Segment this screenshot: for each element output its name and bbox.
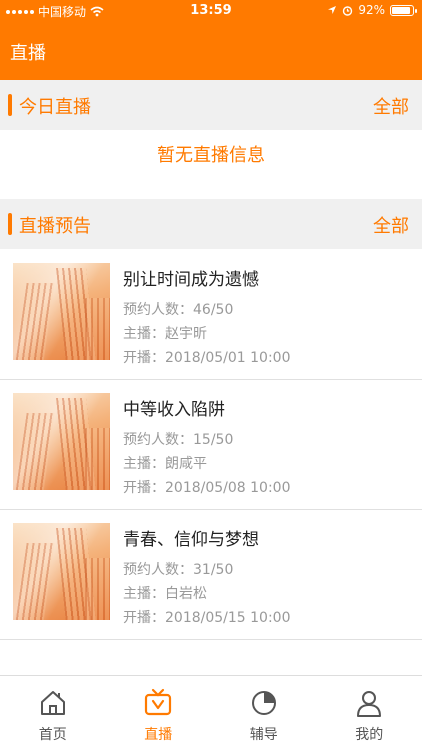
live-booking-count: 预约人数：46/50 — [123, 302, 234, 318]
live-booking-count: 预约人数：31/50 — [123, 562, 234, 578]
page-title: 直播 — [10, 43, 46, 64]
section-accent-bar — [8, 94, 12, 116]
upcoming-live-title: 直播预告 — [19, 216, 91, 237]
live-start-time: 开播：2018/05/08 10:00 — [123, 480, 291, 496]
upcoming-live-list: 别让时间成为遗憾 预约人数：46/50 主播：赵宇昕 开播：2018/05/01… — [0, 250, 422, 640]
live-title: 青春、信仰与梦想 — [123, 530, 259, 550]
nav-bar: 直播 — [0, 22, 422, 80]
tab-label: 直播 — [144, 727, 173, 743]
tab-live[interactable]: 直播 — [106, 676, 212, 750]
tab-label: 辅导 — [249, 727, 278, 743]
bottom-tab-bar: 首页 直播 辅导 我的 — [0, 675, 422, 750]
upcoming-live-header: 直播预告 全部 — [0, 199, 422, 249]
live-start-time: 开播：2018/05/15 10:00 — [123, 610, 291, 626]
today-live-title: 今日直播 — [19, 97, 91, 118]
upcoming-live-all-link[interactable]: 全部 — [373, 212, 409, 238]
today-empty-message: 暂无直播信息 — [157, 145, 265, 166]
live-host: 主播：赵宇昕 — [123, 326, 207, 342]
live-list-item[interactable]: 别让时间成为遗憾 预约人数：46/50 主播：赵宇昕 开播：2018/05/01… — [0, 250, 422, 380]
live-host: 主播：朗咸平 — [123, 456, 207, 472]
tab-label: 首页 — [38, 727, 67, 743]
today-live-all-link[interactable]: 全部 — [373, 93, 409, 119]
live-start-time: 开播：2018/05/01 10:00 — [123, 350, 291, 366]
section-accent-bar — [8, 213, 12, 235]
user-icon — [357, 691, 382, 717]
live-thumbnail-image — [13, 263, 110, 360]
battery-percent: 92% — [358, 3, 385, 17]
battery-icon — [390, 4, 417, 16]
tv-icon — [145, 688, 172, 716]
tab-home[interactable]: 首页 — [0, 676, 106, 750]
status-right: 92% — [327, 3, 417, 17]
tab-tutoring[interactable]: 辅导 — [211, 676, 317, 750]
live-host: 主播：白岩松 — [123, 586, 207, 602]
live-list-item[interactable]: 中等收入陷阱 预约人数：15/50 主播：朗咸平 开播：2018/05/08 1… — [0, 380, 422, 510]
alarm-icon — [343, 5, 353, 16]
live-thumbnail-image — [13, 393, 110, 490]
live-list-item[interactable]: 青春、信仰与梦想 预约人数：31/50 主播：白岩松 开播：2018/05/15… — [0, 510, 422, 640]
pie-chart-icon — [251, 691, 276, 715]
location-arrow-icon — [328, 6, 337, 14]
live-thumbnail-image — [13, 523, 110, 620]
live-title: 中等收入陷阱 — [123, 400, 225, 420]
live-title: 别让时间成为遗憾 — [123, 270, 259, 290]
status-bar: 中国移动 13:59 92% — [0, 0, 422, 22]
tab-mine[interactable]: 我的 — [317, 676, 422, 750]
today-live-header: 今日直播 全部 — [0, 80, 422, 130]
home-icon — [40, 691, 65, 715]
tab-label: 我的 — [355, 727, 384, 743]
live-booking-count: 预约人数：15/50 — [123, 432, 234, 448]
